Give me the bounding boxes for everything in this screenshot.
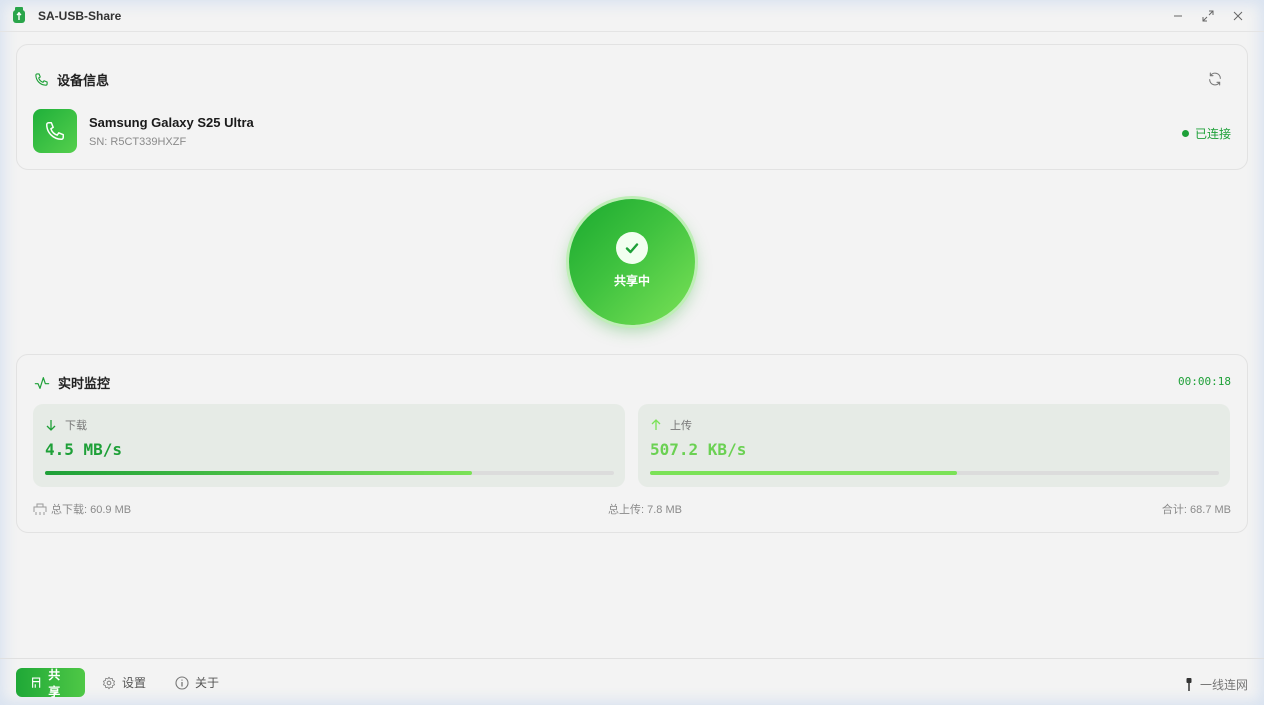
expand-icon [1202,10,1214,22]
connection-mode: 一线连网 [1184,676,1248,693]
share-icon [32,677,41,688]
share-status-label: 共享中 [613,273,650,288]
upload-label: 上传 [670,420,692,432]
network-icon [33,503,47,515]
connection-status-label: 已连接 [1194,127,1231,141]
nav-share-button[interactable]: 共享 [16,667,85,699]
nav-settings-button[interactable]: 设置 [88,668,160,697]
nav-share-label: 共享 [48,667,61,699]
gear-icon [103,676,115,689]
usb-plug-icon [1186,678,1192,691]
download-speed-value: 4.5 MB/s [45,440,123,459]
status-dot-icon [1181,130,1189,137]
app-title: SA-USB-Share [38,9,122,23]
connection-mode-label: 一线连网 [1199,678,1248,692]
close-icon [1233,11,1243,21]
connection-status: 已连接 [1181,125,1231,142]
upload-progress-fill [650,471,958,475]
device-avatar [33,109,77,153]
title-bar: SA-USB-Share [0,0,1264,32]
phone-icon [35,73,48,86]
share-toggle-button[interactable]: 共享中 [569,199,695,325]
minimize-icon [1174,15,1182,17]
download-progress-track [45,471,614,475]
upload-header: 上传 [650,417,692,433]
close-button[interactable] [1228,6,1248,26]
device-name: Samsung Galaxy S25 Ultra [89,115,254,130]
total-sum: 合计: 68.7 MB [1162,501,1231,517]
check-icon [625,242,639,253]
refresh-button[interactable] [1207,71,1227,91]
check-badge [616,231,648,264]
download-progress-fill [45,471,472,475]
download-header: 下载 [45,417,87,433]
maximize-button[interactable] [1198,6,1218,26]
total-upload: 总上传: 7.8 MB [608,501,682,517]
device-info-card: 设备信息 Samsung Galaxy S25 Ultra SN: R5CT33… [16,44,1248,170]
monitor-header: 实时监控 [34,373,110,392]
total-download: 总下载: 60.9 MB [33,501,131,517]
monitor-title: 实时监控 [58,376,111,391]
nav-about-label: 关于 [195,676,220,690]
arrow-down-icon [46,420,56,431]
device-info-title: 设备信息 [57,73,110,88]
total-sum-text: 合计: 68.7 MB [1161,504,1231,516]
session-timer: 00:00:18 [1178,375,1231,388]
phone-icon [46,122,64,140]
upload-speed-panel: 上传 507.2 KB/s [638,404,1230,487]
activity-icon [34,376,50,389]
refresh-icon [1209,72,1221,86]
info-icon [175,675,189,690]
total-download-text: 总下载: 60.9 MB [51,504,132,516]
upload-progress-track [650,471,1219,475]
realtime-monitor-card: 实时监控 00:00:18 下载 4.5 MB/s 上传 507.2 KB/s [16,354,1248,533]
device-info-header: 设备信息 [34,70,109,89]
nav-about-button[interactable]: 关于 [161,668,233,697]
download-label: 下载 [65,420,87,432]
bottom-nav-bar: 共享 设置 关于 一线连网 [0,658,1264,705]
arrow-up-icon [651,419,661,430]
minimize-button[interactable] [1168,6,1188,26]
usb-app-icon [13,7,25,23]
app-window: SA-USB-Share 设备信息 Samsung Galaxy S25 Ult… [0,0,1264,705]
download-speed-panel: 下载 4.5 MB/s [33,404,625,487]
nav-settings-label: 设置 [122,676,147,690]
device-serial: SN: R5CT339HXZF [89,136,187,148]
total-upload-text: 总上传: 7.8 MB [608,504,682,516]
upload-speed-value: 507.2 KB/s [650,440,747,459]
